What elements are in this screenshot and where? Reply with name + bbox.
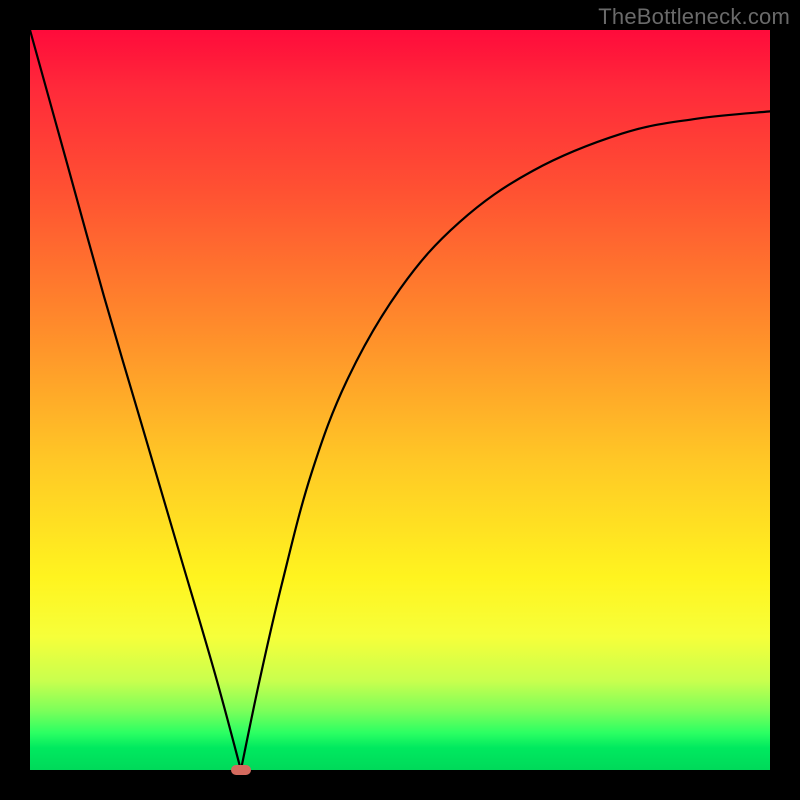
chart-container: TheBottleneck.com bbox=[0, 0, 800, 800]
curve-svg bbox=[30, 30, 770, 770]
watermark-text: TheBottleneck.com bbox=[598, 4, 790, 30]
curve-right-branch bbox=[241, 111, 770, 770]
curve-left-branch bbox=[30, 30, 241, 770]
vertex-marker bbox=[231, 765, 251, 775]
plot-area bbox=[30, 30, 770, 770]
